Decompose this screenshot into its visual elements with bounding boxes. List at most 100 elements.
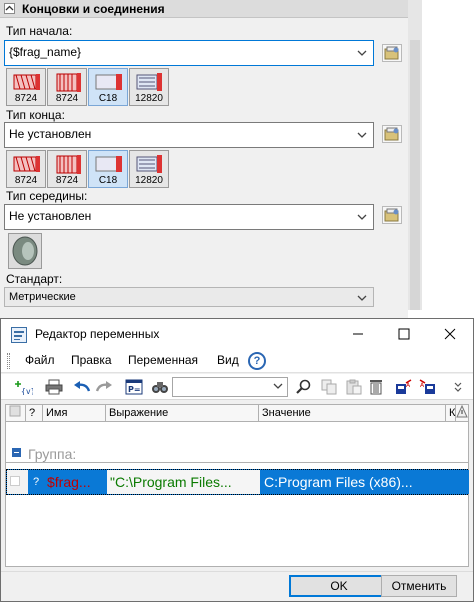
find-icon (152, 382, 168, 393)
start-type-settings-button[interactable] (382, 44, 402, 62)
help-icon[interactable]: ? (248, 352, 266, 370)
redo-button[interactable] (93, 378, 113, 396)
fitting-thumbnail (56, 73, 81, 92)
app-icon (11, 327, 27, 343)
end-thumb-2[interactable]: 8724 (47, 150, 87, 188)
start-thumb-3-caption: C18 (98, 93, 118, 104)
properties-button[interactable]: P= (123, 378, 143, 396)
maximize-button[interactable] (381, 319, 427, 349)
row-name-cell[interactable]: $frag... (44, 470, 107, 494)
menu-view[interactable]: Вид (217, 353, 239, 367)
section-header[interactable]: Концовки и соединения (0, 0, 408, 18)
middle-type-thumbnail[interactable] (8, 233, 42, 269)
search-input[interactable] (172, 377, 288, 397)
row-k-cell[interactable] (447, 470, 469, 494)
column-k[interactable]: К (446, 405, 456, 421)
start-thumb-4-caption: 12820 (135, 93, 163, 104)
table-row[interactable]: ? $frag... "C:\Program Files... C:Progra… (6, 469, 469, 495)
end-thumb-1[interactable]: 8724 (6, 150, 46, 188)
chevron-down-icon (454, 382, 462, 392)
search-button[interactable] (293, 378, 313, 396)
column-value[interactable]: Значение (259, 405, 446, 421)
menu-variable[interactable]: Переменная (128, 353, 198, 367)
end-thumb-4[interactable]: 12820 (129, 150, 169, 188)
row-expression-cell[interactable]: "C:\Program Files... (107, 470, 260, 494)
standard-label: Стандарт: (6, 272, 63, 286)
column-warning[interactable] (456, 404, 468, 421)
cancel-button[interactable]: Отменить (381, 575, 457, 597)
middle-type-label: Тип середины: (6, 189, 88, 203)
end-thumb-4-caption: 12820 (135, 175, 163, 186)
window-title: Редактор переменных (35, 327, 160, 341)
panel-scrollbar[interactable] (408, 0, 474, 320)
fitting-thumbnail (12, 236, 38, 266)
chevron-down-icon (357, 214, 367, 220)
row-flag-cell[interactable] (7, 470, 28, 494)
end-type-label: Тип конца: (6, 108, 65, 122)
column-name[interactable]: Имя (43, 405, 106, 421)
paste-button[interactable] (343, 378, 363, 396)
properties-panel: Концовки и соединения Тип начала: {$frag… (0, 0, 408, 320)
svg-text:{v}: {v} (21, 387, 33, 395)
start-type-value: {$frag_name} (9, 45, 82, 59)
column-flag[interactable] (6, 405, 26, 421)
end-type-combo[interactable]: Не установлен (4, 122, 374, 148)
start-thumb-3[interactable]: C18 (88, 68, 128, 106)
row-question-cell[interactable]: ? (28, 470, 44, 494)
menu-edit[interactable]: Правка (71, 353, 112, 367)
start-thumb-2[interactable]: 8724 (47, 68, 87, 106)
grid-header: ? Имя Выражение Значение К (5, 404, 469, 422)
middle-type-settings-button[interactable] (382, 206, 402, 224)
search-icon (296, 379, 311, 394)
properties-icon: P= (125, 379, 143, 395)
svg-text:A: A (406, 382, 411, 389)
column-expression[interactable]: Выражение (106, 405, 259, 421)
chevron-down-icon (357, 50, 367, 56)
section-title: Концовки и соединения (22, 2, 165, 16)
middle-type-combo[interactable]: Не установлен (4, 204, 374, 230)
add-variable-button[interactable]: {v} (13, 378, 33, 396)
collapse-icon[interactable] (4, 3, 15, 14)
start-type-combo[interactable]: {$frag_name} (4, 40, 374, 66)
start-thumb-4[interactable]: 12820 (129, 68, 169, 106)
minimize-button[interactable] (335, 319, 381, 349)
import-icon: A (396, 379, 412, 394)
end-type-settings-button[interactable] (382, 125, 402, 143)
copy-icon (321, 379, 337, 395)
scrollbar-thumb[interactable] (410, 40, 420, 310)
end-thumb-2-caption: 8724 (55, 175, 79, 186)
close-icon (444, 328, 456, 340)
copy-button[interactable] (319, 378, 339, 396)
end-type-value: Не установлен (9, 127, 92, 141)
window-titlebar[interactable]: Редактор переменных (1, 319, 473, 349)
delete-button[interactable] (365, 378, 385, 396)
column-question[interactable]: ? (26, 405, 43, 421)
fitting-thumbnail (56, 155, 81, 174)
close-button[interactable] (427, 319, 473, 349)
start-thumb-2-caption: 8724 (55, 93, 79, 104)
end-thumb-1-caption: 8724 (14, 175, 38, 186)
ok-button[interactable]: OK (289, 575, 389, 597)
end-thumb-3[interactable]: C18 (88, 150, 128, 188)
find-button[interactable] (149, 378, 169, 396)
menu-grip (7, 353, 10, 369)
start-type-label: Тип начала: (6, 24, 73, 38)
start-thumb-1[interactable]: 8724 (6, 68, 46, 106)
toolbar-overflow-button[interactable] (451, 378, 465, 396)
end-type-thumbnails: 8724 8724 C18 12820 (6, 150, 176, 188)
collapse-icon[interactable] (12, 448, 21, 457)
import-button[interactable]: A (393, 378, 413, 396)
flag-icon (9, 405, 21, 417)
fitting-thumbnail (95, 156, 122, 172)
export-button[interactable]: A (417, 378, 437, 396)
menu-file[interactable]: Файл (25, 353, 55, 367)
fitting-thumbnail (95, 74, 122, 90)
chevron-down-icon[interactable] (273, 383, 283, 389)
settings-icon (384, 127, 399, 141)
maximize-icon (398, 328, 410, 340)
chevron-down-icon (357, 132, 367, 138)
standard-combo[interactable]: Метрические (4, 287, 374, 307)
undo-button[interactable] (71, 378, 91, 396)
row-value-cell[interactable]: C:Program Files (x86)... (260, 470, 447, 494)
print-button[interactable] (43, 378, 63, 396)
